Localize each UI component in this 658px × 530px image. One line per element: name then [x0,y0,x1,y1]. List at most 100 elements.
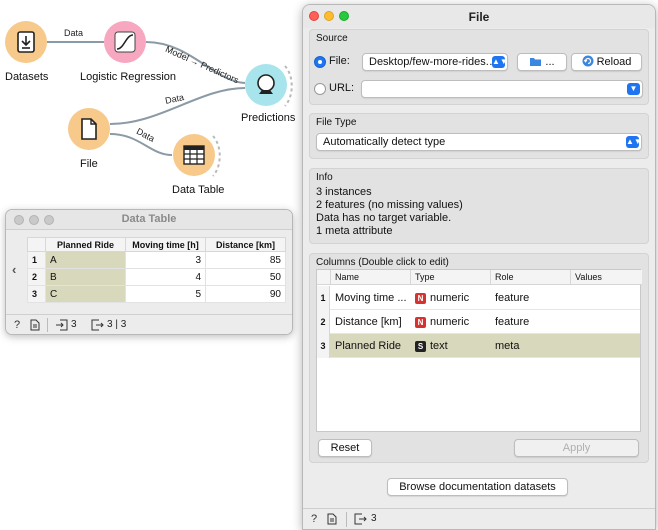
column-role[interactable]: feature [495,316,529,328]
predictions-output-arc-icon [284,65,293,107]
reload-icon [582,55,594,67]
column-type-label: text [430,340,448,352]
url-radio-label[interactable]: URL: [329,82,354,94]
table-row[interactable]: 1 A 3 85 [27,251,286,269]
collapse-panel-chevron-icon[interactable]: ‹ [12,262,16,277]
reset-button[interactable]: Reset [318,439,372,457]
table-cell[interactable]: 3 [125,251,206,269]
link-label-datasets-lr: Data [64,28,84,38]
data-table-node[interactable] [173,134,215,176]
file-type-group-title: File Type [316,117,357,128]
column-header[interactable]: Distance [km] [205,237,286,252]
file-node[interactable] [68,108,110,150]
table-row[interactable]: 2 B 4 50 [27,268,286,286]
url-radio[interactable] [314,83,326,95]
table-cell[interactable]: 5 [125,285,206,303]
file-window-title: File [468,10,490,24]
columns-table[interactable]: Name Type Role Values 1 Moving time ... … [316,269,642,432]
file-radio[interactable] [314,56,326,68]
chevron-updown-icon: ▲▼ [492,56,508,68]
reload-button[interactable]: Reload [571,53,642,71]
column-type[interactable]: Stext [415,340,448,352]
source-group-title: Source [316,33,348,44]
column-name[interactable]: Distance [km] [335,316,402,328]
status-divider [47,318,48,332]
file-status-bar: ? 3 [303,508,655,529]
table-row[interactable]: 3 C 5 90 [27,285,286,303]
column-type[interactable]: Nnumeric [415,316,469,328]
column-role[interactable]: feature [495,292,529,304]
info-group-title: Info [316,172,333,183]
predictions-label: Predictions [241,112,296,124]
column-type[interactable]: Nnumeric [415,292,469,304]
column-role[interactable]: meta [495,340,519,352]
column-header-name[interactable]: Name [331,270,411,285]
row-number: 1 [317,286,330,310]
status-divider [346,512,347,527]
column-name[interactable]: Moving time ... [335,292,407,304]
table-cell[interactable]: B [45,268,126,286]
table-cell[interactable]: 85 [205,251,286,269]
column-type-label: numeric [430,292,470,304]
report-icon[interactable] [30,319,40,331]
folder-icon [530,58,542,66]
datasets-node[interactable] [5,21,47,63]
column-row[interactable]: 1 Moving time ... Nnumeric feature [317,286,640,310]
chevron-updown-icon: ▲▼ [626,136,642,148]
file-type-combo[interactable]: Automatically detect type ▲▼ [316,133,642,151]
file-type-group: File Type Automatically detect type ▲▼ [309,113,649,159]
info-line: Data has no target variable. [316,212,452,224]
column-header-values[interactable]: Values [571,270,642,285]
logistic-regression-label: Logistic Regression [80,71,176,83]
file-titlebar[interactable]: File [303,5,655,28]
table-cell[interactable]: A [45,251,126,269]
data-table-output-arc-icon [212,135,221,177]
row-number[interactable]: 1 [27,251,46,269]
table-cell[interactable]: 50 [205,268,286,286]
crystal-ball-icon [257,74,275,94]
help-icon[interactable]: ? [311,513,317,525]
browse-label: ... [545,56,555,68]
numeric-type-icon: N [415,317,426,328]
corner-header[interactable] [27,237,46,252]
input-count: 3 [71,319,77,330]
output-data-icon [91,319,104,331]
url-combo[interactable]: ▼ [361,80,643,98]
table-cell[interactable]: 4 [125,268,206,286]
row-number: 3 [317,334,330,358]
recent-files-combo[interactable]: Desktop/few-more-rides.… ▲▼ [362,53,508,71]
browse-button[interactable]: ... [517,53,567,71]
table-icon [183,145,205,165]
table-cell[interactable]: 90 [205,285,286,303]
output-count: 3 | 3 [107,319,127,330]
workflow-canvas[interactable]: Data Model → Predictors Data Data Datase… [0,0,300,205]
logistic-curve-icon [114,31,136,53]
column-name[interactable]: Planned Ride [335,340,401,352]
predictions-node[interactable] [245,64,287,106]
info-line: 2 features (no missing values) [316,199,463,211]
browse-documentation-datasets-button[interactable]: Browse documentation datasets [387,478,568,496]
recent-files-value: Desktop/few-more-rides.… [369,56,500,68]
report-icon[interactable] [327,513,337,525]
row-number[interactable]: 2 [27,268,46,286]
row-number[interactable]: 3 [27,285,46,303]
column-row[interactable]: 3 Planned Ride Stext meta [317,334,640,358]
apply-button[interactable]: Apply [514,439,639,457]
file-radio-label[interactable]: File: [329,55,350,67]
table-cell[interactable]: C [45,285,126,303]
column-header-role[interactable]: Role [491,270,571,285]
help-icon[interactable]: ? [14,319,20,331]
column-header[interactable]: Moving time [h] [125,237,206,252]
logistic-regression-node[interactable] [104,21,146,63]
data-table-titlebar[interactable]: Data Table [6,210,292,230]
file-window: File Source File: Desktop/few-more-rides… [302,4,656,530]
data-table-status-bar: ? 3 3 | 3 [6,314,292,334]
source-group: Source File: Desktop/few-more-rides.… ▲▼… [309,29,649,105]
data-table-window: Data Table ‹ Planned Ride Moving time [h… [5,209,293,335]
column-header[interactable]: Planned Ride [45,237,126,252]
output-count: 3 [371,513,377,524]
data-table-grid[interactable]: Planned Ride Moving time [h] Distance [k… [27,237,286,303]
column-row[interactable]: 2 Distance [km] Nnumeric feature [317,310,640,334]
column-header-type[interactable]: Type [411,270,491,285]
file-icon [81,118,97,140]
